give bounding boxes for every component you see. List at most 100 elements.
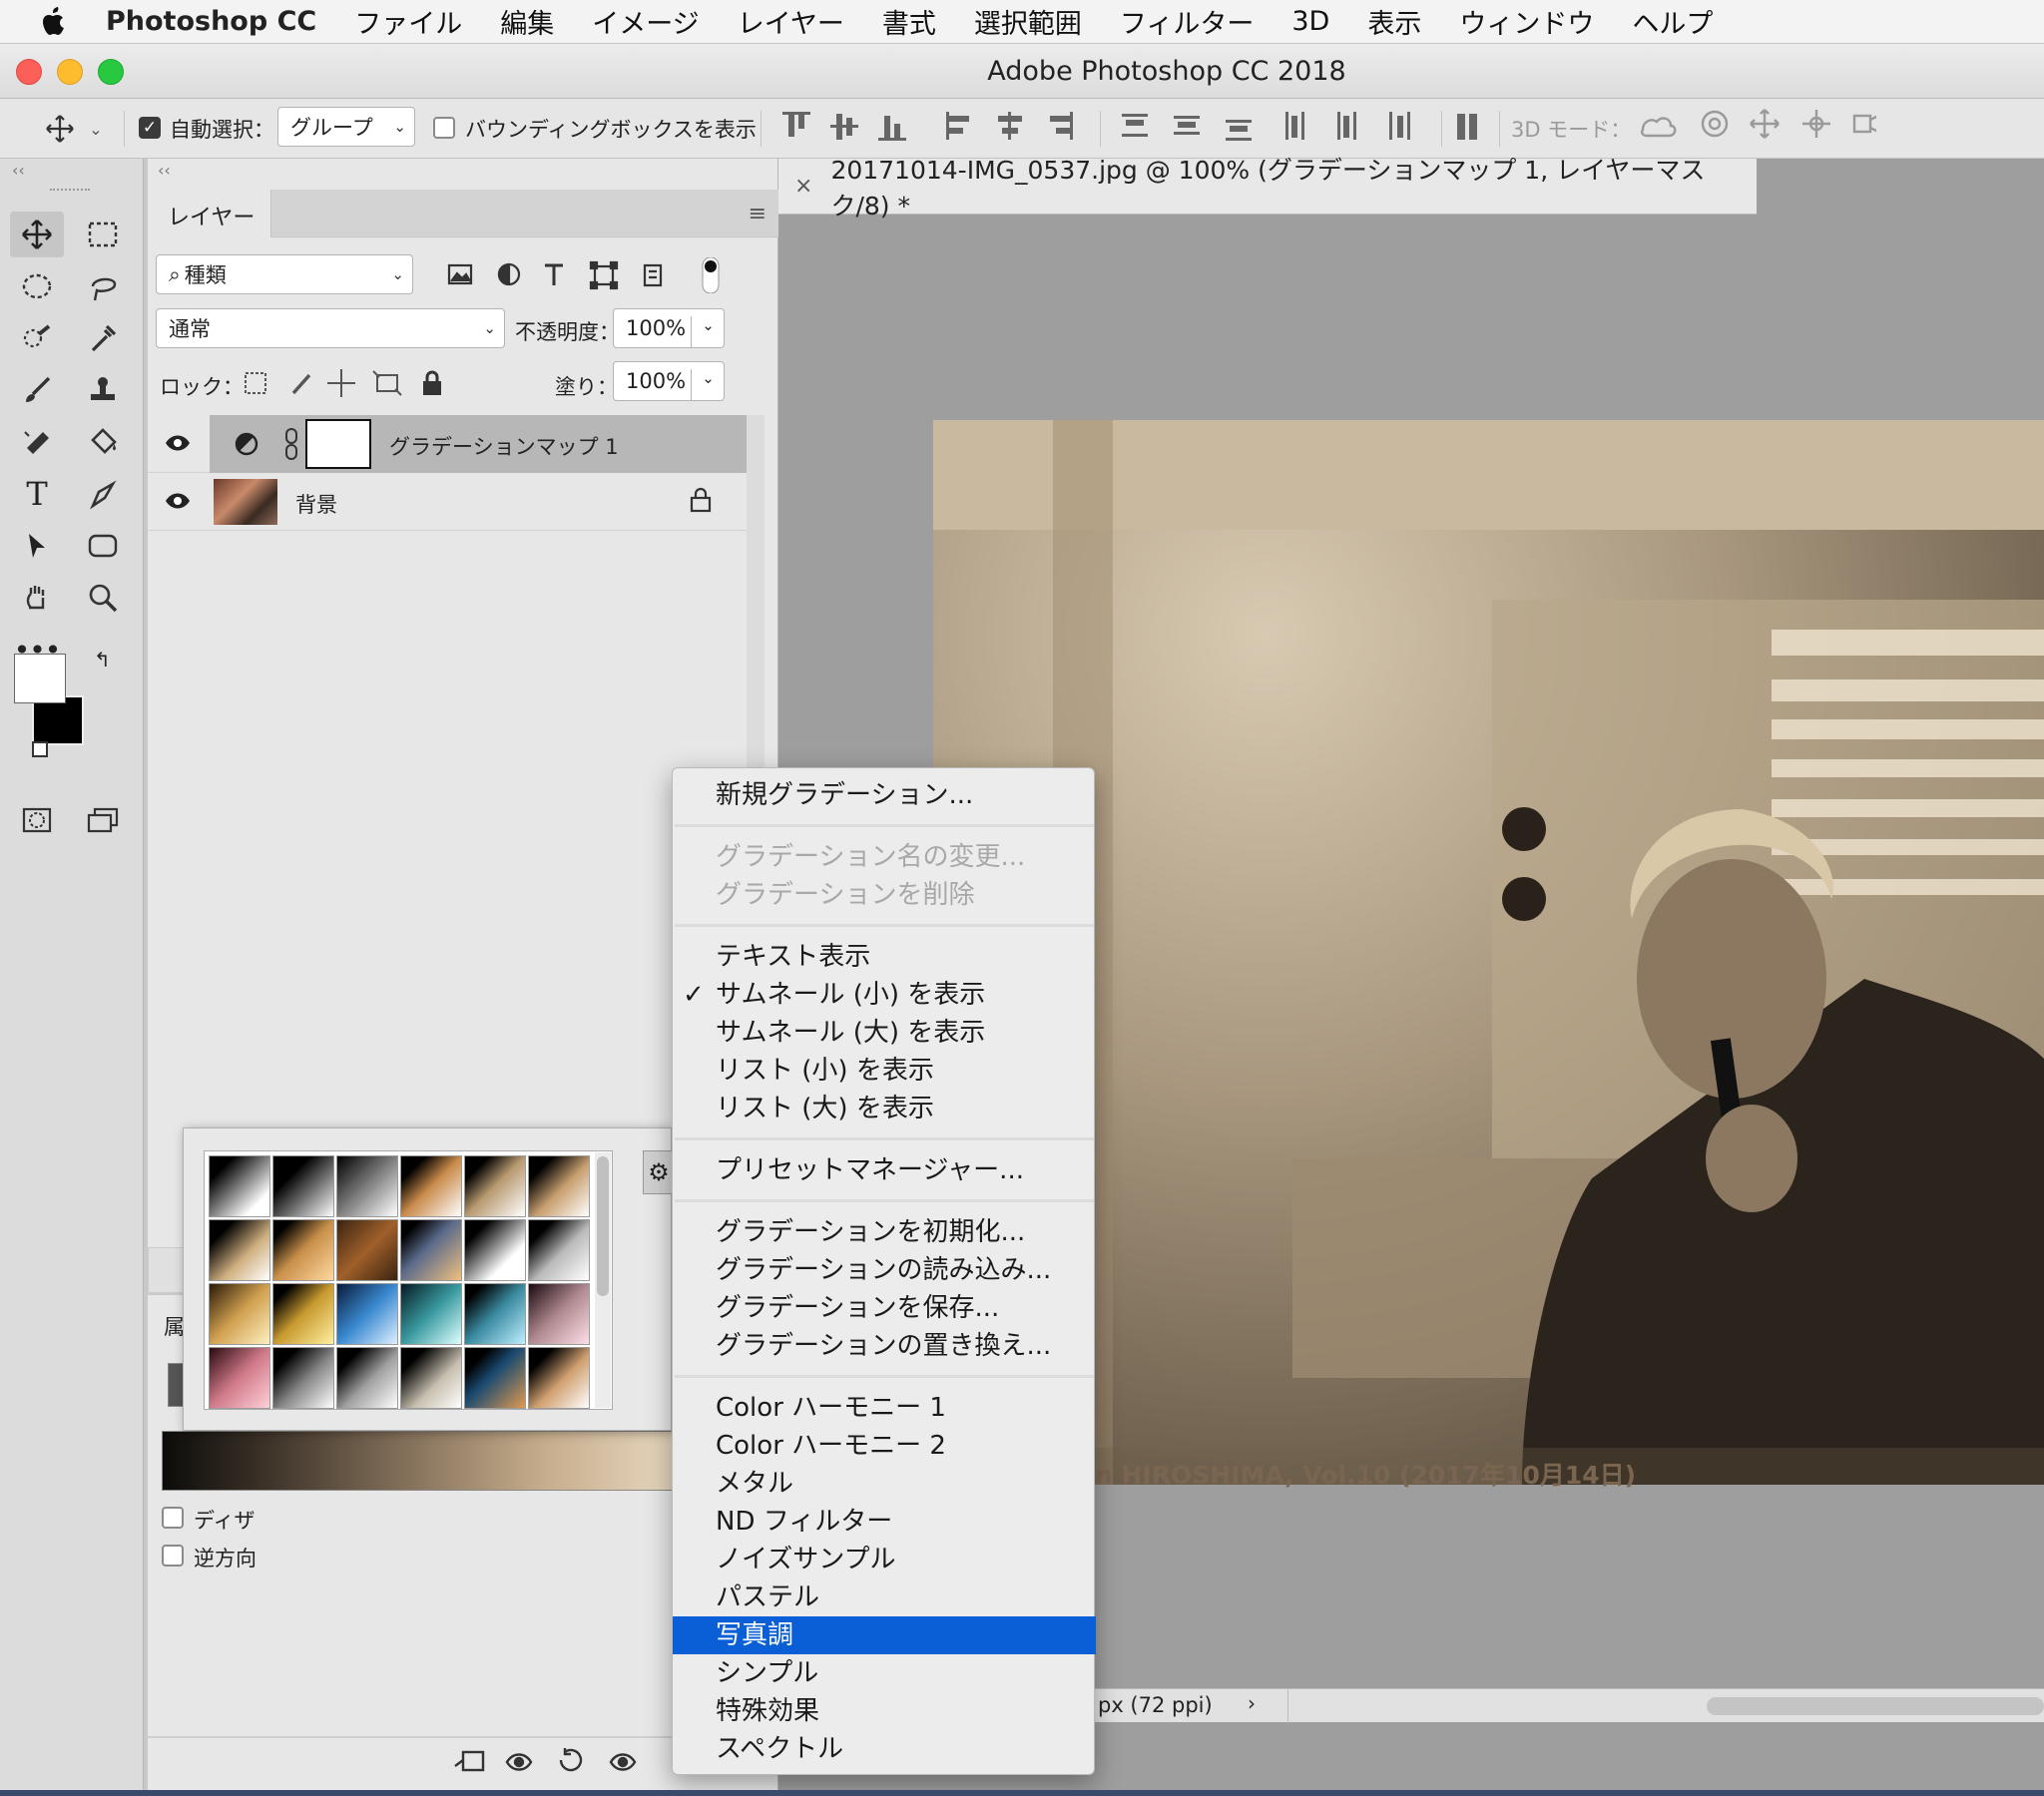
menu-item-replace-gradients[interactable]: グラデーションの置き換え... [673,1327,1096,1365]
3d-tool-icons[interactable] [1637,104,1876,148]
menu-item-gradient-set[interactable]: ND フィルター [673,1503,1096,1541]
gradient-swatch[interactable] [209,1155,270,1217]
gradient-swatch[interactable] [464,1283,526,1345]
align-distribute-icons[interactable] [778,106,1497,150]
tab-layers[interactable]: レイヤー [148,190,271,237]
gradient-swatch[interactable] [272,1155,334,1217]
document-photo[interactable]: n HIROSHIMA, Vol.10 (2017年10月14日) [933,420,2044,1490]
gear-icon[interactable]: ⚙ [643,1150,675,1194]
layer-mask-thumbnail[interactable] [305,419,371,469]
horizontal-scrollbar[interactable] [1707,1697,2044,1715]
menu-item-small-thumbnail[interactable]: ✓ サムネール (小) を表示 [673,976,1096,1014]
gradient-swatch[interactable] [400,1283,462,1345]
menu-help[interactable]: ヘルプ [1632,2,1713,41]
collapse-icon[interactable]: ‹‹ [12,161,25,180]
menu-layer[interactable]: レイヤー [738,2,844,41]
grip-icon[interactable] [50,189,90,195]
menu-item-gradient-set-highlighted[interactable]: 写真調 [673,1616,1096,1654]
gradient-swatch[interactable] [336,1347,398,1409]
menu-select[interactable]: 選択範囲 [974,2,1082,41]
gradient-swatch[interactable] [336,1219,398,1281]
path-select-icon[interactable] [10,523,64,569]
gradient-swatch[interactable] [528,1155,590,1217]
gradient-swatch[interactable] [400,1347,462,1409]
menu-item-gradient-set[interactable]: スペクトル [673,1730,1096,1768]
menu-item-reset-gradients[interactable]: グラデーションを初期化... [673,1213,1096,1251]
gradient-swatch[interactable] [528,1219,590,1281]
panel-menu-icon[interactable]: ≡ [749,202,766,226]
menu-window[interactable]: ウィンドウ [1459,2,1594,41]
gradient-swatch[interactable] [464,1155,526,1217]
layer-thumbnail[interactable] [214,479,277,525]
stamp-icon[interactable] [76,367,130,413]
visibility-eye-icon[interactable] [164,431,192,459]
menu-item-load-gradients[interactable]: グラデーションの読み込み... [673,1251,1096,1289]
bounding-box-checkbox[interactable] [433,117,455,139]
menu-item-gradient-set[interactable]: Color ハーモニー 1 [673,1389,1096,1427]
eyedropper-icon[interactable] [76,315,130,361]
tool-preset-chevron-icon[interactable]: ⌄ [84,111,108,147]
gradient-swatch[interactable] [464,1347,526,1409]
layer-row[interactable]: グラデーションマップ 1 [148,415,747,473]
menu-type[interactable]: 書式 [882,2,936,41]
layer-name[interactable]: 背景 [295,489,337,519]
move-tool-icon[interactable] [40,111,80,147]
gradient-swatch[interactable] [272,1283,334,1345]
menu-file[interactable]: ファイル [354,2,462,41]
quick-select-icon[interactable] [10,315,64,361]
default-colors-icon[interactable] [32,741,48,757]
chevron-down-icon[interactable]: ⌄ [691,369,725,401]
menu-image[interactable]: イメージ [592,2,699,41]
rounded-rect-icon[interactable] [76,523,130,569]
lasso-icon[interactable] [76,263,130,309]
menu-edit[interactable]: 編集 [500,2,554,41]
gradient-swatch[interactable] [272,1347,334,1409]
rect-marquee-icon[interactable] [76,212,130,257]
brush-icon[interactable] [10,367,64,413]
chevron-right-icon[interactable]: › [1248,1691,1256,1715]
menu-item-gradient-set[interactable]: ノイズサンプル [673,1541,1096,1578]
gradient-swatch[interactable] [336,1283,398,1345]
menu-item-gradient-set[interactable]: 特殊効果 [673,1692,1096,1730]
swap-colors-icon[interactable]: ↰ [94,648,111,672]
menu-item-text-only[interactable]: テキスト表示 [673,938,1096,976]
reverse-checkbox[interactable] [162,1545,184,1567]
gradient-swatch[interactable] [209,1219,270,1281]
move-tool-icon[interactable] [10,212,64,257]
blend-mode-dropdown[interactable]: 通常 ⌄ [156,308,505,348]
layer-name[interactable]: グラデーションマップ 1 [389,431,619,461]
gradient-swatch[interactable] [400,1219,462,1281]
menu-view[interactable]: 表示 [1367,2,1421,41]
auto-select-checkbox[interactable]: ✓ [139,117,161,139]
dither-checkbox[interactable] [162,1507,184,1529]
collapse-icon[interactable]: ‹‹ [158,161,171,180]
menu-item-new-gradient[interactable]: 新規グラデーション... [673,776,1096,814]
hand-rotate-icon[interactable] [10,575,64,621]
properties-tab-label[interactable]: 属 [164,1311,185,1341]
menu-item-large-list[interactable]: リスト (大) を表示 [673,1090,1096,1127]
gradient-swatch[interactable] [336,1155,398,1217]
lock-options-icons[interactable] [244,365,443,401]
type-tool-icon[interactable]: T [10,471,64,517]
menu-item-gradient-set[interactable]: シンプル [673,1654,1096,1692]
menu-item-gradient-set[interactable]: パステル [673,1578,1096,1616]
pen-tool-icon[interactable] [76,471,130,517]
menu-item-large-thumbnail[interactable]: サムネール (大) を表示 [673,1014,1096,1052]
zoom-tool-icon[interactable] [76,575,130,621]
menu-item-gradient-set[interactable]: Color ハーモニー 2 [673,1427,1096,1465]
gradient-swatch[interactable] [272,1219,334,1281]
gradient-swatch[interactable] [209,1283,270,1345]
healing-brush-icon[interactable] [10,419,64,465]
gradient-swatch[interactable] [209,1347,270,1409]
menu-item-save-gradients[interactable]: グラデーションを保存... [673,1289,1096,1327]
gradient-swatch[interactable] [528,1347,590,1409]
close-icon[interactable]: × [794,174,812,199]
gradient-swatch[interactable] [464,1219,526,1281]
layer-filter-dropdown[interactable]: ⌕ 種類 ⌄ [156,254,413,294]
apple-icon[interactable] [40,5,68,39]
ellipse-marquee-icon[interactable] [10,263,64,309]
paint-bucket-icon[interactable] [76,419,130,465]
menu-item-gradient-set[interactable]: メタル [673,1465,1096,1503]
properties-footer-icons[interactable] [451,1742,683,1782]
visibility-eye-icon[interactable] [164,489,192,517]
